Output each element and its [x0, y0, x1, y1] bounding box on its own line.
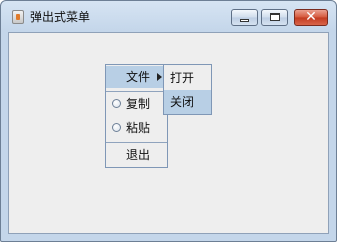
java-app-icon	[12, 10, 24, 24]
radio-icon	[112, 99, 121, 108]
menu-item-copy[interactable]: 复制	[106, 93, 167, 115]
submenu-item-close[interactable]: 关闭	[164, 90, 211, 114]
menu-item-exit-label: 退出	[126, 148, 151, 162]
menu-separator	[106, 142, 167, 143]
app-window: 弹出式菜单 ✕	[0, 0, 337, 242]
close-icon: ✕	[305, 9, 317, 25]
window-title: 弹出式菜单	[30, 10, 91, 24]
submenu-item-close-label: 关闭	[170, 95, 195, 109]
submenu-item-open[interactable]: 打开	[164, 66, 211, 90]
menu-item-file-label: 文件	[126, 70, 151, 84]
maximize-icon	[270, 13, 280, 21]
menu-item-exit[interactable]: 退出	[106, 144, 167, 166]
minimize-icon	[240, 19, 249, 22]
menu-separator	[106, 91, 167, 92]
maximize-button[interactable]	[261, 9, 288, 26]
menu-item-paste-label: 粘贴	[126, 121, 151, 135]
file-submenu: 打开 关闭	[163, 64, 212, 115]
menu-item-paste[interactable]: 粘贴	[106, 117, 167, 139]
radio-icon	[112, 123, 121, 132]
submenu-arrow-icon	[157, 73, 162, 81]
minimize-button[interactable]	[231, 9, 258, 26]
menu-item-file[interactable]: 文件	[106, 66, 167, 88]
close-button[interactable]: ✕	[294, 9, 328, 26]
title-bar[interactable]: 弹出式菜单 ✕	[1, 1, 336, 32]
menu-item-copy-label: 复制	[126, 97, 151, 111]
submenu-item-open-label: 打开	[170, 71, 195, 85]
popup-menu: 文件 复制 粘贴 退出	[105, 64, 168, 168]
content-pane[interactable]	[8, 32, 329, 234]
